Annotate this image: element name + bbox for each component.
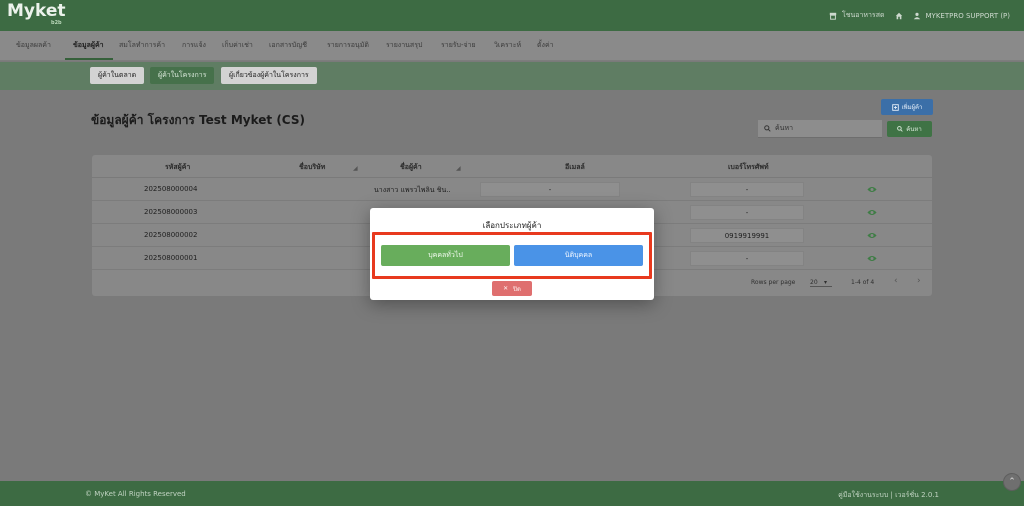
top-header: Myket b2b โชนอาหารสด MYKETPRO SUPPORT (P… — [0, 0, 1024, 31]
active-menu-indicator — [65, 58, 113, 60]
rows-per-page-label: Rows per page — [751, 279, 796, 286]
add-icon — [891, 103, 899, 111]
menu-item-reports[interactable]: รายงานสรุป — [386, 40, 422, 51]
arrow-up-icon: ⌃ — [1008, 477, 1016, 487]
juristic-person-button[interactable]: นิติบุคคล — [514, 245, 643, 266]
view-eye-icon[interactable] — [867, 254, 877, 263]
table-header: รหัสผู้ค้า ชื่อบริษัท ◢ ชื่อผู้ค้า ◢ อีเ… — [92, 155, 932, 178]
sub-tab-bar: ผู้ค้าในตลาด ผู้ค้าในโครงการ ผู้เกี่ยวข้… — [0, 62, 1024, 90]
col-phone[interactable]: เบอร์โทรศัพท์ — [728, 162, 769, 173]
search-button-icon — [897, 126, 903, 132]
prev-page-icon[interactable]: ‹ — [894, 276, 898, 286]
cell-vendor-id: 202508000004 — [144, 185, 198, 193]
close-button-label: ปิด — [513, 285, 521, 293]
logo-sub-text: b2b — [51, 20, 62, 26]
search-button-label: ค้นหา — [906, 126, 922, 133]
view-eye-icon[interactable] — [867, 231, 877, 240]
search-button[interactable]: ค้นหา — [887, 121, 932, 137]
copyright-text: © MyKet All Rights Reserved — [85, 490, 186, 498]
menu-item-notify[interactable]: การแจ้ง — [182, 40, 206, 51]
next-page-icon[interactable]: › — [917, 276, 921, 286]
view-eye-icon[interactable] — [867, 208, 877, 217]
cell-phone: - — [690, 251, 804, 266]
menu-item-trade-rights[interactable]: สมโลทำการค้า — [119, 40, 165, 51]
cell-phone: - — [690, 205, 804, 220]
cell-vendor-id: 202508000003 — [144, 208, 198, 216]
col-vendor-name[interactable]: ชื่อผู้ค้า — [400, 162, 422, 173]
add-vendor-label: เพิ่มผู้ค้า — [901, 104, 923, 111]
subtab-market-vendors[interactable]: ผู้ค้าในตลาด — [90, 67, 145, 84]
chevron-down-icon: ▾ — [824, 279, 828, 286]
menu-item-vendor-info[interactable]: ข้อมูลผู้ค้า — [73, 40, 104, 51]
rows-per-page-value: 20 — [810, 279, 818, 286]
table-row[interactable]: 202508000004 นางสาว แพรวไพลิน ชิน.. - - — [92, 178, 932, 201]
menu-item-settings[interactable]: ตั้งค่า — [537, 40, 554, 51]
cell-phone: - — [690, 182, 804, 197]
page-title: ข้อมูลผู้ค้า โครงการ Test Myket (CS) — [91, 113, 305, 127]
col-email[interactable]: อีเมลล์ — [565, 162, 585, 173]
logo-text: Myket — [7, 1, 66, 21]
col-vendor-id[interactable]: รหัสผู้ค้า — [165, 162, 190, 173]
close-dialog-button[interactable]: ✕ ปิด — [492, 281, 532, 296]
cell-vendor-id: 202508000001 — [144, 254, 198, 262]
menu-item-rent[interactable]: เก็บค่าเช่า — [222, 40, 253, 51]
view-eye-icon[interactable] — [867, 185, 877, 194]
store-icon — [829, 12, 837, 20]
store-link[interactable]: โชนอาหารสด — [829, 10, 885, 21]
user-icon — [913, 12, 920, 19]
page-footer: © MyKet All Rights Reserved คู่มือใช้งาน… — [0, 481, 1024, 506]
subtab-project-related[interactable]: ผู้เกี่ยวข้องผู้ค้าในโครงการ — [221, 67, 317, 84]
search-placeholder: ค้นหา — [775, 124, 794, 132]
dialog-title: เลือกประเภทผู้ค้า — [482, 221, 542, 230]
cell-phone: 0919919991 — [690, 228, 804, 243]
user-label: MYKETPRO SUPPORT (P) — [925, 11, 1010, 20]
menu-item-income-expense[interactable]: รายรับ-จ่าย — [441, 40, 476, 51]
manual-version-link[interactable]: คู่มือใช้งานระบบ | เวอร์ชั่น 2.0.1 — [838, 490, 939, 501]
range-label: 1-4 of 4 — [851, 279, 875, 286]
sort-company-icon[interactable]: ◢ — [353, 165, 358, 172]
general-person-button[interactable]: บุคคลทั่วไป — [381, 245, 510, 266]
subtab-project-vendors[interactable]: ผู้ค้าในโครงการ — [150, 67, 215, 84]
sort-name-icon[interactable]: ◢ — [456, 165, 461, 172]
close-icon: ✕ — [503, 285, 509, 292]
menu-item-analytics[interactable]: วิเคราะห์ — [494, 40, 521, 51]
add-vendor-button[interactable]: เพิ่มผู้ค้า — [881, 99, 933, 115]
menu-item-market-info[interactable]: ข้อมูลผลค้า — [16, 40, 51, 51]
rows-per-page-select[interactable]: 20 — [810, 279, 832, 287]
menu-item-accounting[interactable]: เอกสารบัญชี — [269, 40, 307, 51]
main-menu: ข้อมูลผลค้า ข้อมูลผู้ค้า สมโลทำการค้า กา… — [0, 31, 1024, 61]
col-company-name[interactable]: ชื่อบริษัท — [299, 162, 325, 173]
cell-vendor-id: 202508000002 — [144, 231, 198, 239]
search-input[interactable]: ค้นหา — [758, 120, 882, 138]
scroll-top-button[interactable]: ⌃ — [1003, 473, 1021, 491]
user-menu[interactable]: MYKETPRO SUPPORT (P) — [913, 12, 1010, 20]
cell-email: - — [480, 182, 620, 197]
menu-item-approvals[interactable]: รายการอนุมัติ — [327, 40, 369, 51]
store-link-label: โชนอาหารสด — [841, 11, 885, 19]
cell-vendor-name: นางสาว แพรวไพลิน ชิน.. — [374, 186, 451, 194]
home-icon[interactable] — [895, 12, 903, 20]
myket-logo[interactable]: Myket b2b — [7, 3, 67, 29]
search-icon — [764, 125, 771, 132]
